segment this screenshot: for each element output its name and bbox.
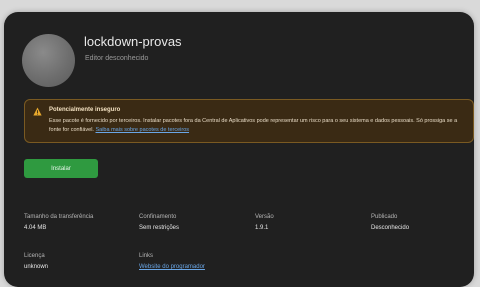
app-icon [22, 34, 75, 87]
version-value: 1.9.1 [255, 225, 269, 231]
license-label: Licença [24, 253, 45, 259]
warning-text: Esse pacote é fornecido por terceiros. I… [49, 117, 469, 135]
warning-triangle-icon [33, 107, 42, 116]
warning-title: Potencialmente inseguro [49, 107, 121, 113]
warning-banner: Potencialmente inseguro Esse pacote é fo… [24, 99, 474, 143]
app-developer: Editor desconhecido [85, 55, 149, 62]
confinement-value: Sem restrições [139, 225, 180, 231]
app-details-window: lockdown-provas Editor desconhecido Pote… [4, 12, 474, 287]
download-size-value: 4.04 MB [24, 225, 47, 231]
developer-website-link[interactable]: Website do programador [139, 264, 205, 270]
links-label: Links [139, 253, 154, 259]
third-party-info-link[interactable]: Saiba mais sobre pacotes de terceiros [95, 127, 189, 133]
download-size-label: Tamanho da transferência [24, 214, 94, 220]
license-value: unknown [24, 264, 49, 270]
install-button[interactable]: Instalar [24, 159, 98, 178]
confinement-label: Confinamento [139, 214, 177, 220]
app-title: lockdown-provas [84, 34, 182, 49]
published-label: Publicado [371, 214, 398, 220]
version-label: Versão [255, 214, 274, 220]
published-value: Desconhecido [371, 225, 410, 231]
